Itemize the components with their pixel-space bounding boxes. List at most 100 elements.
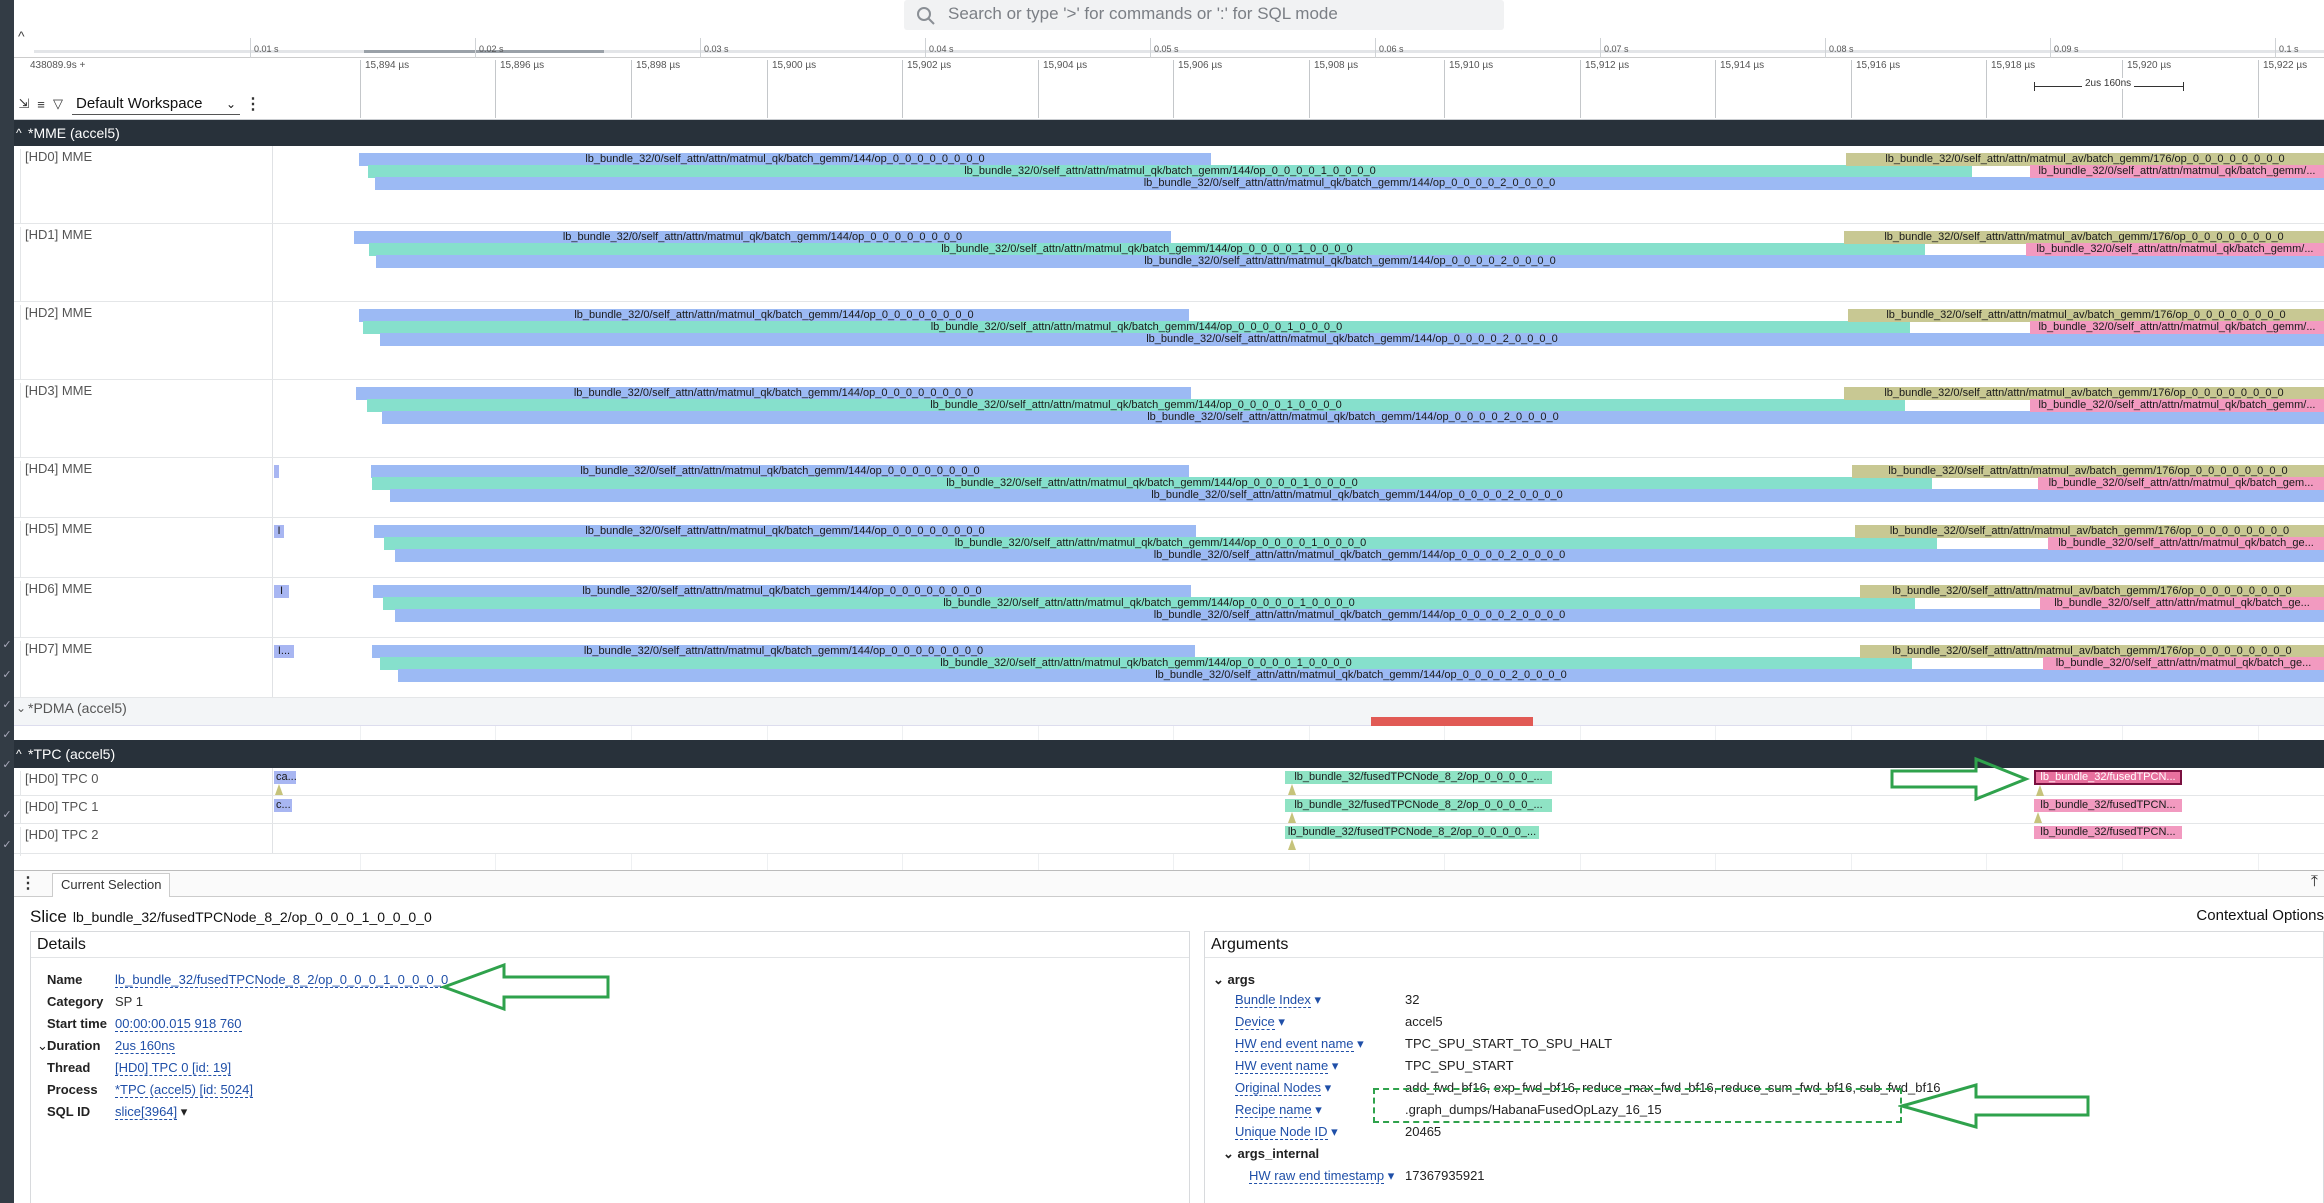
slice[interactable]: lb_bundle_32/0/self_attn/attn/matmul_qk/… <box>2030 399 2324 412</box>
chevron-down-icon[interactable]: ⌄ <box>37 1038 48 1054</box>
flow-arrow-icon <box>2036 785 2044 796</box>
collapse-icon[interactable]: ✓ <box>0 698 14 712</box>
track-hd7-mme[interactable]: [HD7] MME I... lb_bundle_32/0/self_attn/… <box>14 638 2324 700</box>
detail-value-link[interactable]: 2us 160ns <box>115 1038 175 1054</box>
track-hd4-mme[interactable]: [HD4] MME lb_bundle_32/0/self_attn/attn/… <box>14 458 2324 520</box>
contextual-options-button[interactable]: Contextual Options <box>2196 907 2324 924</box>
args-internal-group[interactable]: ⌄ args_internal <box>1223 1146 1319 1162</box>
slice[interactable]: lb_bundle_32/0/self_attn/attn/matmul_qk/… <box>2040 597 2324 610</box>
arg-key[interactable]: HW raw end timestamp <box>1249 1168 1385 1184</box>
detail-key: Start time <box>47 1016 107 1031</box>
list-icon[interactable]: ≡ <box>35 97 47 112</box>
collapse-icon[interactable]: ✓ <box>0 838 14 852</box>
slice[interactable]: lb_bundle_32/0/self_attn/attn/matmul_qk/… <box>390 489 2324 502</box>
arg-key[interactable]: HW end event name <box>1235 1036 1354 1052</box>
more-icon[interactable]: ⋮ <box>245 94 261 114</box>
time-ruler: 438089.9s + 15,894 µs 15,896 µs 15,898 µ… <box>14 58 2324 120</box>
chevron-down-icon[interactable]: ⌄ <box>16 698 26 718</box>
arg-value: 32 <box>1405 992 1420 1007</box>
args-group[interactable]: ⌄ args <box>1213 972 1255 988</box>
track-hd2-mme[interactable]: [HD2] MME lb_bundle_32/0/self_attn/attn/… <box>14 302 2324 382</box>
chevron-up-icon[interactable]: ^ <box>16 120 22 146</box>
arg-value: TPC_SPU_START_TO_SPU_HALT <box>1405 1036 1613 1051</box>
slice[interactable]: lb_bundle_32/fusedTPCNode_8_2/op_0_0_0_0… <box>1285 826 1539 839</box>
chevron-up-icon[interactable]: ^ <box>18 28 25 44</box>
slice[interactable]: lb_bundle_32/0/self_attn/attn/matmul_qk/… <box>382 411 2324 424</box>
detail-value-link[interactable]: [HD0] TPC 0 [id: 19] <box>115 1060 232 1076</box>
slice[interactable]: lb_bundle_32/fusedTPCN... <box>2034 799 2182 812</box>
selected-slice[interactable]: lb_bundle_32/fusedTPCN... <box>2034 770 2182 785</box>
pdma-slice[interactable] <box>1371 717 1533 726</box>
track-hd0-mme[interactable]: [HD0] MME lb_bundle_32/0/self_attn/attn/… <box>14 146 2324 226</box>
chevron-down-icon[interactable]: ▾ <box>177 1104 188 1119</box>
slice-small[interactable]: I... <box>274 645 294 658</box>
track-hd0-tpc2[interactable]: [HD0] TPC 2 lb_bundle_32/fusedTPCNode_8_… <box>14 824 2324 856</box>
slice[interactable]: lb_bundle_32/fusedTPCNode_8_2/op_0_0_0_0… <box>1285 799 1552 812</box>
slice-small[interactable]: c... <box>274 799 292 812</box>
track-separator <box>272 824 273 853</box>
slice[interactable]: lb_bundle_32/0/self_attn/attn/matmul_qk/… <box>2043 657 2324 670</box>
flow-arrow-icon <box>2034 812 2042 823</box>
detail-value-link[interactable]: lb_bundle_32/fusedTPCNode_8_2/op_0_0_0_1… <box>115 972 449 988</box>
time-offset: 438089.9s + <box>30 60 86 71</box>
chevron-down-icon[interactable]: ⌄ <box>1223 1146 1238 1161</box>
arg-key[interactable]: HW event name <box>1235 1058 1329 1074</box>
detail-row[interactable]: ⌄Duration 2us 160ns <box>37 1038 175 1054</box>
overview-tick: 0.04 s <box>925 38 954 60</box>
collapse-icon[interactable]: ✓ <box>0 808 14 822</box>
arg-row: Unique Node ID ▾ 20465 <box>1235 1124 1442 1140</box>
detail-value-link[interactable]: 00:00:00.015 918 760 <box>115 1016 242 1032</box>
collapse-icon[interactable]: ✓ <box>0 638 14 652</box>
flow-arrow-icon <box>275 784 283 795</box>
track-hd5-mme[interactable]: [HD5] MME I lb_bundle_32/0/self_attn/att… <box>14 518 2324 580</box>
workspace-select[interactable]: Default Workspace ⌄ <box>72 93 240 115</box>
arg-key[interactable]: Original Nodes <box>1235 1080 1321 1096</box>
slice[interactable]: lb_bundle_32/0/self_attn/attn/matmul_qk/… <box>375 177 2324 190</box>
track-hd3-mme[interactable]: [HD3] MME lb_bundle_32/0/self_attn/attn/… <box>14 380 2324 460</box>
slice[interactable]: lb_bundle_32/0/self_attn/attn/matmul_qk/… <box>2030 165 2324 178</box>
slice[interactable]: lb_bundle_32/0/self_attn/attn/matmul_qk/… <box>2026 243 2324 256</box>
slice-small[interactable]: ca... <box>274 771 296 784</box>
slice[interactable]: lb_bundle_32/0/self_attn/attn/matmul_qk/… <box>376 255 2324 268</box>
slice[interactable]: lb_bundle_32/0/self_attn/attn/matmul_qk/… <box>395 609 2324 622</box>
chevron-up-icon[interactable]: ^ <box>16 740 22 768</box>
slice[interactable]: lb_bundle_32/fusedTPCN... <box>2034 826 2182 839</box>
omnibox[interactable]: Search or type '>' for commands or ':' f… <box>904 0 1504 30</box>
arg-row: HW raw end timestamp ▾ 17367935921 <box>1249 1168 1485 1184</box>
slice-small[interactable]: I <box>274 585 289 598</box>
collapse-icon[interactable]: ✓ <box>0 668 14 682</box>
slice-small[interactable]: I <box>274 525 284 538</box>
collapse-icon[interactable]: ✓ <box>0 728 14 742</box>
track-hd1-mme[interactable]: [HD1] MME lb_bundle_32/0/self_attn/attn/… <box>14 224 2324 304</box>
chevron-down-icon[interactable]: ⌄ <box>1213 972 1228 987</box>
filter-icon[interactable]: ▽ <box>52 96 64 112</box>
annotation-arrow <box>1898 1083 2090 1129</box>
maximize-icon[interactable]: ⤒ <box>2311 873 2318 891</box>
more-icon[interactable]: ⋮ <box>20 873 36 893</box>
slice-small[interactable] <box>274 465 279 478</box>
slice[interactable]: lb_bundle_32/fusedTPCNode_8_2/op_0_0_0_0… <box>1285 771 1552 784</box>
group-header-mme[interactable]: ^ *MME (accel5) <box>14 120 2324 146</box>
slice[interactable]: lb_bundle_32/0/self_attn/attn/matmul_qk/… <box>2038 477 2324 490</box>
ruler-tick: 15,914 µs <box>1715 60 1764 118</box>
slice[interactable]: lb_bundle_32/0/self_attn/attn/matmul_qk/… <box>2030 321 2324 334</box>
arg-key[interactable]: Device <box>1235 1014 1275 1030</box>
slice[interactable]: lb_bundle_32/0/self_attn/attn/matmul_qk/… <box>395 549 2324 562</box>
collapse-icon[interactable]: ✓ <box>0 758 14 772</box>
slice[interactable]: lb_bundle_32/0/self_attn/attn/matmul_qk/… <box>2048 537 2324 550</box>
arg-key[interactable]: Unique Node ID <box>1235 1124 1328 1140</box>
detail-value-link[interactable]: *TPC (accel5) [id: 5024] <box>115 1082 254 1098</box>
slice[interactable]: lb_bundle_32/0/self_attn/attn/matmul_qk/… <box>380 333 2324 346</box>
arg-key[interactable]: Bundle Index <box>1235 992 1311 1008</box>
overview-tick: 0.08 s <box>1825 38 1854 60</box>
search-input[interactable]: Search or type '>' for commands or ':' f… <box>948 4 1338 24</box>
arg-key[interactable]: Recipe name <box>1235 1102 1312 1118</box>
collapse-all-icon[interactable]: ⇲ <box>18 96 30 112</box>
tab-current-selection[interactable]: Current Selection <box>52 873 171 897</box>
track-hd6-mme[interactable]: [HD6] MME I lb_bundle_32/0/self_attn/att… <box>14 578 2324 640</box>
group-header-pdma[interactable]: ⌄ *PDMA (accel5) <box>14 698 2324 726</box>
detail-value-link[interactable]: slice[3964] <box>115 1104 178 1120</box>
slice[interactable]: lb_bundle_32/0/self_attn/attn/matmul_qk/… <box>398 669 2324 682</box>
timeline-overview[interactable]: ^ 0.01 s 0.02 s 0.03 s 0.04 s 0.05 s 0.0… <box>14 28 2324 60</box>
annotation-arrow <box>1890 756 2030 802</box>
